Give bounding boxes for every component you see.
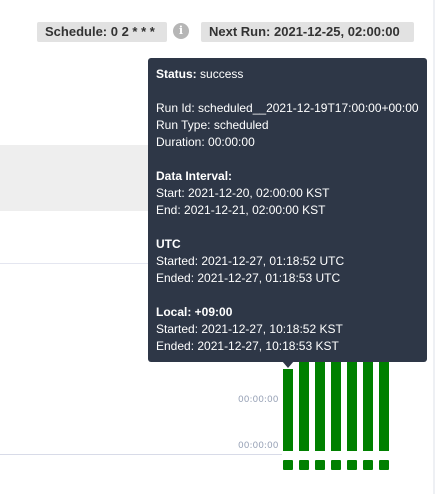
task-instance-square[interactable] <box>299 460 309 470</box>
run-type: Run Type: scheduled <box>156 118 269 132</box>
run-tooltip: Status: success Run Id: scheduled__2021-… <box>148 58 427 362</box>
task-instance-square[interactable] <box>379 460 389 470</box>
task-instance-square[interactable] <box>347 460 357 470</box>
data-interval-start: Start: 2021-12-20, 02:00:00 KST <box>156 186 330 200</box>
run-duration-bar[interactable] <box>315 356 325 451</box>
task-instance-square[interactable] <box>315 460 325 470</box>
dag-grid-page: Schedule: 0 2 * * * i Next Run: 2021-12-… <box>0 0 435 494</box>
local-heading: Local: +09:00 <box>156 305 233 319</box>
duration-axis-label: 00:00:00 <box>238 441 279 451</box>
utc-started: Started: 2021-12-27, 01:18:52 UTC <box>156 254 345 268</box>
grid-baseline <box>0 454 282 455</box>
status-label: Status: <box>156 67 197 81</box>
info-icon[interactable]: i <box>173 23 189 39</box>
data-interval-end: End: 2021-12-21, 02:00:00 KST <box>156 203 326 217</box>
run-id: Run Id: scheduled__2021-12-19T17:00:00+0… <box>156 101 419 115</box>
task-instance-square[interactable] <box>283 460 293 470</box>
schedule-badge: Schedule: 0 2 * * * <box>37 22 167 42</box>
local-ended: Ended: 2021-12-27, 10:18:53 KST <box>156 339 339 353</box>
task-instance-square[interactable] <box>331 460 341 470</box>
utc-heading: UTC <box>156 237 181 251</box>
run-duration-bar[interactable] <box>363 356 373 451</box>
next-run-badge: Next Run: 2021-12-25, 02:00:00 <box>201 22 414 42</box>
status-value: success <box>200 67 244 81</box>
duration: Duration: 00:00:00 <box>156 135 255 149</box>
run-duration-bar[interactable] <box>331 356 341 451</box>
task-instance-square[interactable] <box>363 460 373 470</box>
tooltip-arrow <box>282 361 294 368</box>
data-interval-heading: Data Interval: <box>156 169 233 183</box>
run-duration-bar[interactable] <box>299 356 309 451</box>
run-duration-bar[interactable] <box>347 356 357 451</box>
duration-axis-label: 00:00:00 <box>238 395 279 405</box>
run-duration-bar[interactable] <box>379 356 389 451</box>
run-duration-bar[interactable] <box>283 369 293 451</box>
local-started: Started: 2021-12-27, 10:18:52 KST <box>156 322 343 336</box>
tooltip-status: Status: success <box>156 66 419 83</box>
utc-ended: Ended: 2021-12-27, 01:18:53 UTC <box>156 271 341 285</box>
